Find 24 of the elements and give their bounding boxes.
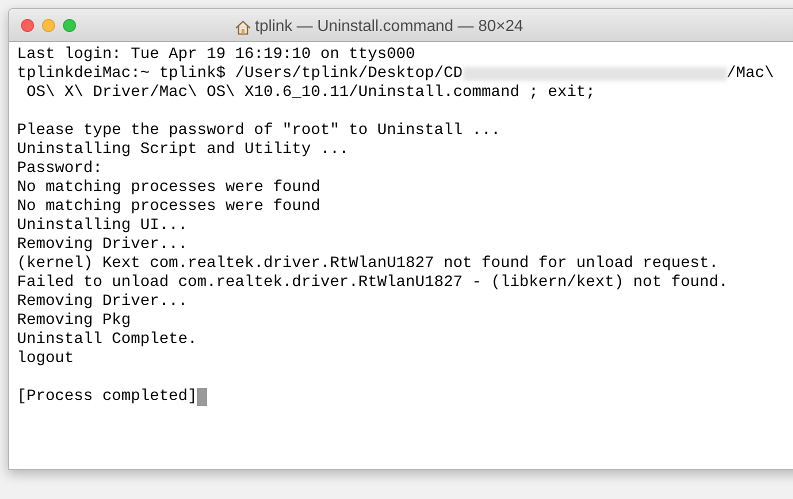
terminal-line: Please type the password of "root" to Uninstall ... [17,121,500,139]
terminal-line: [Process completed] [17,387,198,406]
terminal-line: OS\ X\ Driver/Mac\ OS\ X10.6_10.11/Uninstall.command ; exit; [25,83,596,101]
terminal-line: Removing Pkg [17,311,131,329]
terminal-line: No matching processes were found [17,178,320,196]
terminal-line: Uninstalling UI... [17,216,188,234]
house-icon [235,20,251,34]
terminal-line: /Mac\ [726,64,774,83]
terminal-line: Removing Driver... [17,292,188,310]
window-title: tplink — Uninstall.command — 80×24 [255,17,524,37]
terminal-line: Failed to unload com.realtek.driver.RtWlanU1827 - (libkern/kext) not found. [17,273,728,291]
cursor [197,388,208,406]
minimize-button[interactable] [42,18,55,32]
terminal-line: tplinkdeiMac:~ tplink$ /Users/tplink/Desktop/CD [17,64,463,83]
terminal-line: Removing Driver... [17,235,188,253]
terminal-line: Uninstalling Script and Utility ... [17,140,349,158]
terminal-line: Password: [17,159,102,177]
terminal-line: Uninstall Complete. [17,330,198,348]
terminal-line: Last login: Tue Apr 19 16:19:10 on ttys000 [17,45,416,63]
terminal-line: logout [17,349,74,367]
terminal-line: No matching processes were found [17,197,320,215]
terminal-line: (kernel) Kext com.realtek.driver.RtWlanU1827 not found for unload request. [17,254,718,272]
zoom-button[interactable] [63,18,76,32]
close-button[interactable] [21,18,34,32]
